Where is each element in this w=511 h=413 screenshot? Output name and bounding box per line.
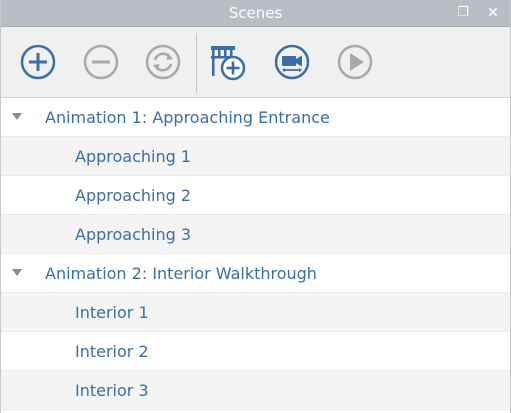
play-button[interactable] (336, 43, 374, 81)
plus-circle-icon (20, 44, 56, 80)
camera-button[interactable] (273, 43, 311, 81)
close-icon[interactable]: ✕ (483, 3, 503, 23)
minus-circle-icon (83, 44, 119, 80)
toolbar-separator (196, 33, 197, 93)
item-label: Approaching 1 (75, 147, 192, 166)
tree-item[interactable]: Approaching 2 (1, 176, 510, 215)
item-label: Interior 1 (75, 303, 149, 322)
item-label: Approaching 3 (75, 225, 192, 244)
tree-group-animation-1[interactable]: Animation 1: Approaching Entrance (1, 98, 510, 137)
refresh-icon (145, 44, 181, 80)
expand-arrow-icon[interactable] (12, 269, 22, 276)
toolbar (1, 27, 510, 98)
tree-group-animation-2[interactable]: Animation 2: Interior Walkthrough (1, 254, 510, 293)
scenes-tree: Animation 1: Approaching Entrance Approa… (1, 98, 510, 410)
scenes-panel: Scenes ❐ ✕ Animation 1: Approaching Entr… (0, 0, 511, 413)
expand-arrow-icon[interactable] (12, 113, 22, 120)
item-label: Approaching 2 (75, 186, 192, 205)
tree-item[interactable]: Approaching 1 (1, 137, 510, 176)
add-scene-button[interactable] (209, 43, 247, 81)
play-icon (337, 44, 373, 80)
camera-icon (274, 44, 310, 80)
film-plus-icon (211, 46, 246, 81)
group-label: Animation 2: Interior Walkthrough (45, 264, 317, 283)
item-label: Interior 2 (75, 342, 149, 361)
tree-item[interactable]: Interior 2 (1, 332, 510, 371)
item-label: Interior 3 (75, 381, 149, 400)
group-label: Animation 1: Approaching Entrance (45, 108, 330, 127)
tree-item[interactable]: Interior 1 (1, 293, 510, 332)
tree-item[interactable]: Approaching 3 (1, 215, 510, 254)
panel-titlebar: Scenes ❐ ✕ (1, 0, 510, 27)
remove-button[interactable] (82, 43, 120, 81)
tree-item[interactable]: Interior 3 (1, 371, 510, 410)
restore-icon[interactable]: ❐ (453, 3, 473, 23)
refresh-button[interactable] (144, 43, 182, 81)
add-animation-button[interactable] (19, 43, 57, 81)
panel-title: Scenes (228, 4, 283, 22)
